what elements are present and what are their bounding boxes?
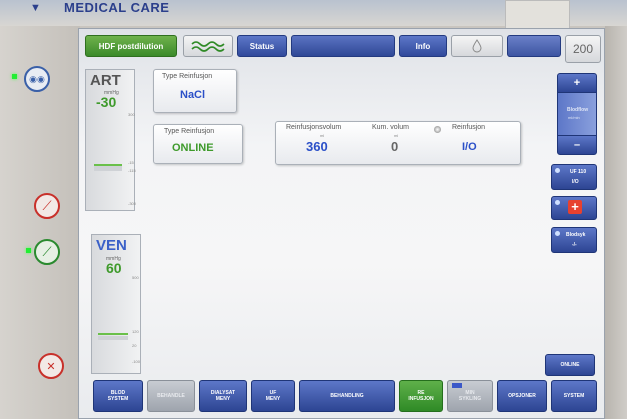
reinfusion-volume-unit: ml [320, 133, 325, 138]
pump-red-icon[interactable]: ⟋ [34, 193, 60, 219]
options-button[interactable]: OPSJONER [497, 380, 547, 412]
art-label: ART [90, 72, 121, 89]
indicator-icon [555, 168, 560, 173]
status-led [26, 248, 31, 253]
reinfusion-value: I/O [462, 141, 477, 153]
wave-glyph-icon [191, 41, 225, 52]
blood-system-button[interactable]: BLOD SYSTEM [93, 380, 143, 412]
medical-cross-icon: + [568, 200, 582, 214]
bloodsyk-label: Blodsyk [566, 232, 586, 238]
online-button[interactable]: ONLINE [545, 354, 595, 376]
min-cycling-button[interactable]: MIN SYKLING [447, 380, 493, 412]
status-led [12, 74, 17, 79]
drop-icon[interactable] [451, 35, 503, 57]
min-cycling-label: MIN SYKLING [458, 390, 482, 402]
tab-mode-label: HDF postdilution [98, 41, 164, 51]
ven-range-bar [98, 336, 128, 340]
reinfusion-type-nacl[interactable]: Type Reinfusjon NaCl [153, 69, 237, 113]
reinfusion-toggle-icon[interactable] [434, 126, 441, 133]
reinfusion-info-panel[interactable]: Reinfusjonsvolum ml 360 Kum. volum ml 0 … [275, 121, 521, 165]
ven-tick: -100 [132, 359, 141, 364]
pump-green-icon[interactable]: ⟋ [34, 239, 60, 265]
volume-display[interactable]: 200 [565, 35, 601, 63]
art-range-bar [94, 166, 122, 171]
reinfusion-type-value: NaCl [180, 89, 206, 101]
tab-status-label: Status [249, 41, 275, 51]
uf-label: UF 110 [570, 169, 587, 175]
blood-system-label: BLOD SYSTEM [107, 390, 129, 402]
right-frame [605, 26, 627, 419]
ven-label: VEN [96, 237, 127, 254]
drop-glyph-icon [472, 39, 482, 53]
kum-volume-value: 0 [391, 139, 399, 154]
reinfusion-type-online[interactable]: Type Reinfusjon ONLINE [153, 124, 243, 164]
tab-message-bar[interactable] [291, 35, 395, 57]
uf-button[interactable]: UF 110 I/O [551, 164, 597, 190]
left-hardware-panel: ◉◉ ⟋ ⟋ ✕ [0, 26, 80, 419]
art-tick: 300 [128, 112, 135, 117]
treat-label: BEHANDLE [157, 393, 185, 399]
tab-blank-2[interactable] [507, 35, 561, 57]
ven-tick: 20 [132, 343, 137, 348]
bloodflow-plus-button[interactable]: + [557, 73, 597, 93]
bloodsyk-value: -/- [572, 242, 577, 248]
brand-logo-text: MEDICAL CARE [64, 0, 170, 15]
options-label: OPSJONER [508, 393, 536, 399]
dialysate-menu-label: DIALYSAT MENY [210, 390, 236, 402]
chevron-down-icon: ▼ [30, 2, 41, 14]
plus-label: + [573, 77, 581, 89]
art-tick: -15 [128, 160, 134, 165]
bloodsyk-button[interactable]: Blodsyk -/- [551, 227, 597, 253]
reinfusion-type-label: Type Reinfusjon [162, 73, 213, 80]
bloodflow-display: Blodflow ml/min [557, 93, 597, 135]
tab-status[interactable]: Status [237, 35, 287, 57]
reinfusion-label: Reinfusjon [452, 124, 486, 131]
treat-button[interactable]: BEHANDLE [147, 380, 195, 412]
treatment-button[interactable]: BEHANDLING [299, 380, 395, 412]
reinfusion-label: RE INFUSJON [408, 390, 434, 402]
alarm-sound-icon[interactable]: ◉◉ [24, 66, 50, 92]
uf-value: I/O [572, 179, 579, 185]
bloodflow-unit: ml/min [568, 115, 580, 120]
reinfusion-button[interactable]: RE INFUSJON [399, 380, 443, 412]
ven-tick: 120 [132, 329, 139, 334]
tab-info-label: Info [415, 41, 431, 51]
wave-icon[interactable] [183, 35, 233, 57]
kum-volume-unit: ml [394, 133, 399, 138]
reinfusion-type-label: Type Reinfusjon [164, 128, 215, 135]
art-gauge[interactable]: ART mmHg -30 300 -15 -115 -300 [85, 69, 137, 211]
dialysate-menu-button[interactable]: DIALYSAT MENY [199, 380, 247, 412]
reinfusion-volume-label: Reinfusjonsvolum [286, 124, 342, 131]
bloodflow-label: Blodflow [567, 107, 589, 113]
ven-value: 60 [106, 260, 122, 276]
alarm-mute-icon[interactable]: ✕ [38, 353, 64, 379]
ven-gauge[interactable]: VEN mmHg 60 500 120 20 -100 [91, 234, 141, 374]
ven-limit-bar [98, 333, 128, 335]
touchscreen: HDF postdilution Status Info 200 ART mmH… [78, 28, 605, 419]
online-label: ONLINE [560, 362, 580, 368]
art-tick: -300 [128, 201, 137, 206]
bloodflow-minus-button[interactable]: – [557, 135, 597, 155]
uf-menu-button[interactable]: UF MENY [251, 380, 295, 412]
art-tick: -115 [128, 168, 136, 173]
reinfusion-volume-value: 360 [306, 139, 328, 154]
tab-treatment-mode[interactable]: HDF postdilution [85, 35, 177, 57]
tab-info[interactable]: Info [399, 35, 447, 57]
reinfusion-type-value: ONLINE [172, 142, 214, 154]
uf-menu-label: UF MENY [265, 390, 281, 402]
ven-tick: 500 [132, 275, 139, 280]
art-value: -30 [96, 94, 117, 110]
indicator-icon [555, 200, 560, 205]
kum-volume-label: Kum. volum [372, 124, 409, 131]
volume-display-value: 200 [572, 42, 594, 56]
heparin-button[interactable]: + [551, 196, 597, 220]
system-button[interactable]: SYSTEM [551, 380, 597, 412]
treatment-label: BEHANDLING [330, 393, 364, 399]
minus-label: – [573, 139, 581, 151]
indicator-icon [452, 383, 462, 388]
system-label: SYSTEM [563, 393, 585, 399]
indicator-icon [555, 231, 560, 236]
